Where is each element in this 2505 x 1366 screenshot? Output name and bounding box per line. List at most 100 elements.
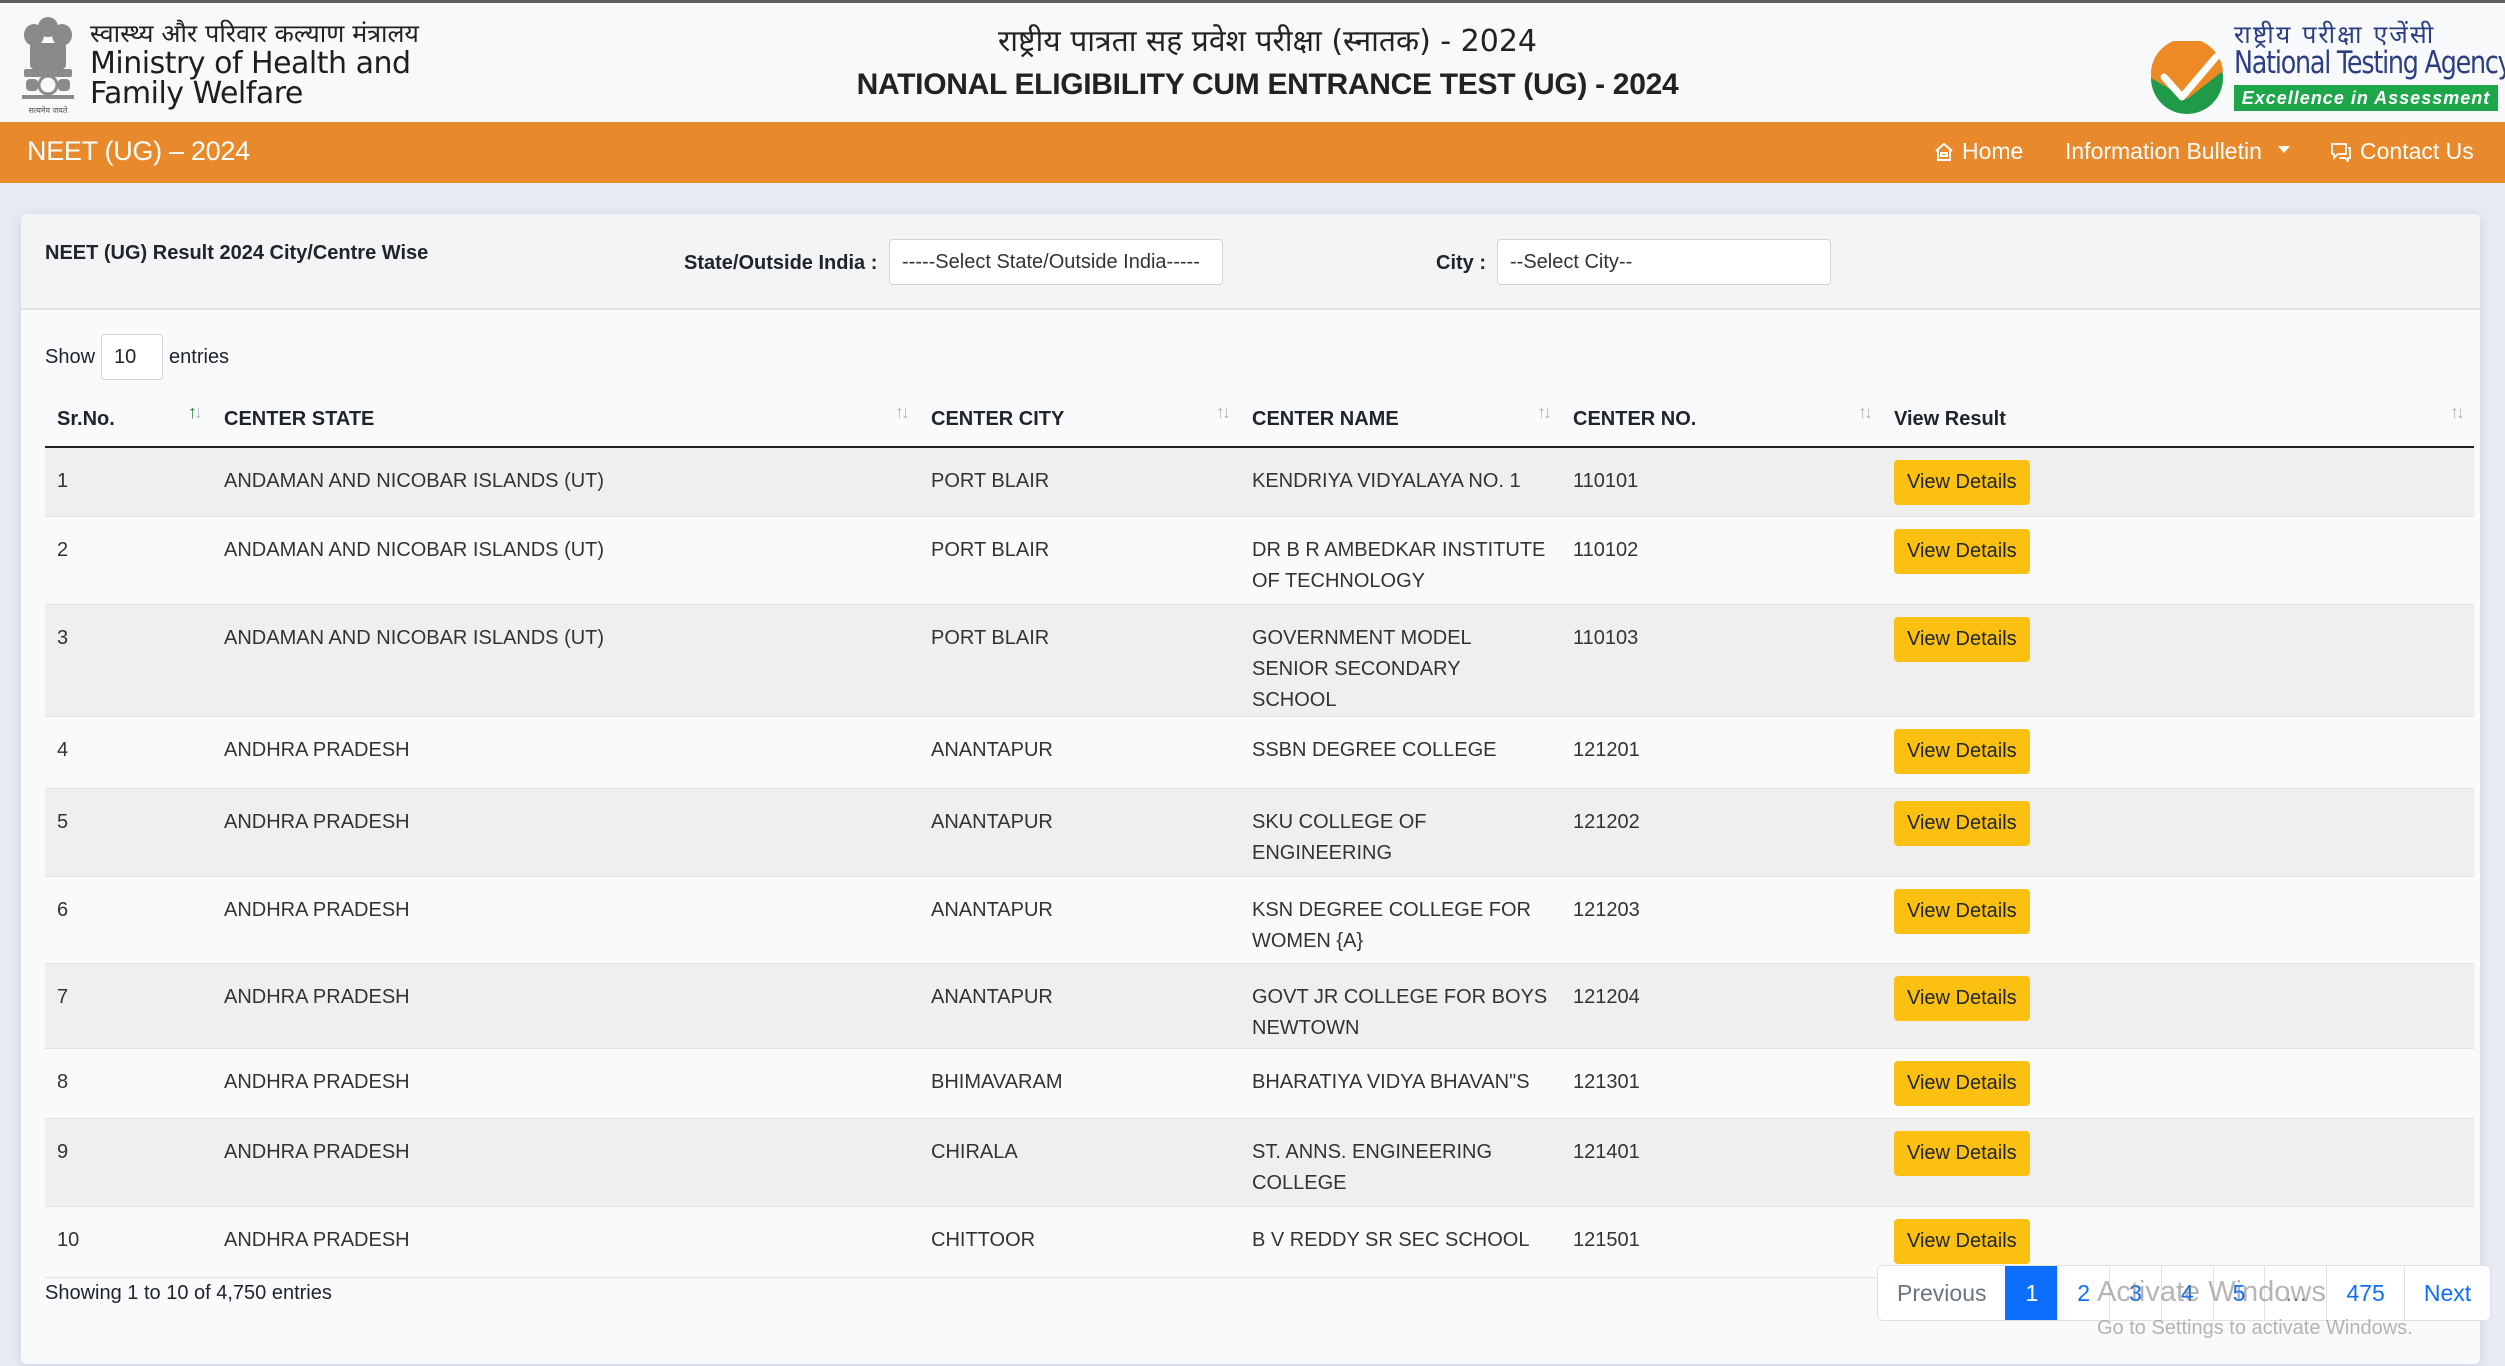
sr-no-cell: 5 [45, 788, 212, 877]
pagination: Previous 1 2 3 4 5… 475 Next [1877, 1265, 2492, 1321]
navbar-brand[interactable]: NEET (UG) – 2024 [27, 136, 250, 167]
center-city-cell: PORT BLAIR [919, 447, 1240, 517]
view-result-cell: View Details [1882, 788, 2474, 877]
center-state-cell: ANDAMAN AND NICOBAR ISLANDS (UT) [212, 447, 919, 517]
filter-bar: NEET (UG) Result 2024 City/Centre Wise S… [21, 214, 2480, 310]
table-info: Showing 1 to 10 of 4,750 entries [45, 1282, 332, 1304]
view-details-button[interactable]: View Details [1894, 528, 2030, 574]
center-no-cell: 110102 [1561, 516, 1882, 605]
center-no-cell: 121401 [1561, 1118, 1882, 1207]
sr-no-cell: 2 [45, 516, 212, 605]
sr-no-cell: 4 [45, 716, 212, 789]
sort-icon[interactable]: ↑↓ [1858, 402, 1873, 423]
page-1-button[interactable]: 1 [2005, 1266, 2058, 1320]
next-page-button[interactable]: Next [2403, 1266, 2490, 1320]
view-result-cell: View Details [1882, 604, 2474, 717]
view-result-cell: View Details [1882, 447, 2474, 517]
center-no-cell: 121501 [1561, 1206, 1882, 1278]
table-row: 8 ANDHRA PRADESH BHIMAVARAM BHARATIYA VIDYA… [45, 1048, 2474, 1119]
center-name-cell: GOVT JR COLLEGE FOR BOYS NEWTOWN [1240, 963, 1561, 1049]
centers-table: Sr.No. ↑↓ CENTER STATE ↑↓ CENTER CITY ↑↓ CE… [45, 392, 2474, 1278]
nta-tagline: Excellence in Assessment [2234, 85, 2498, 111]
table-header-row: Sr.No. ↑↓ CENTER STATE ↑↓ CENTER CITY ↑↓ CE… [45, 392, 2474, 448]
view-details-button[interactable]: View Details [1894, 1218, 2030, 1264]
center-name-cell: BHARATIYA VIDYA BHAVAN"S [1240, 1048, 1561, 1119]
view-details-button[interactable]: View Details [1894, 460, 2030, 505]
city-label: City : [1436, 252, 1486, 274]
center-city-cell: ANANTAPUR [919, 788, 1240, 877]
center-city-cell: PORT BLAIR [919, 604, 1240, 717]
center-no-cell: 110103 [1561, 604, 1882, 717]
sort-icon[interactable]: ↑↓ [1537, 402, 1552, 423]
site-header: सत्यमेव जयते स्वास्थ्य और परिवार कल्याण … [0, 3, 2505, 122]
sr-no-cell: 1 [45, 447, 212, 517]
col-header-view-result[interactable]: View Result ↑↓ [1882, 392, 2474, 448]
view-details-button[interactable]: View Details [1894, 800, 2030, 846]
page-4-button[interactable]: 4 [2160, 1266, 2213, 1320]
home-icon [1935, 142, 1953, 161]
view-result-cell: View Details [1882, 876, 2474, 964]
sr-no-cell: 9 [45, 1118, 212, 1207]
table-row: 2 ANDAMAN AND NICOBAR ISLANDS (UT) PORT BL… [45, 516, 2474, 605]
center-no-cell: 121201 [1561, 716, 1882, 789]
page-2-button[interactable]: 2 [2057, 1266, 2109, 1320]
entries-per-page-select[interactable]: 10 [101, 334, 164, 380]
center-state-cell: ANDHRA PRADESH [212, 716, 919, 789]
sort-icon[interactable]: ↑↓ [2450, 402, 2465, 423]
center-city-cell: CHITTOOR [919, 1206, 1240, 1278]
col-header-center-state[interactable]: CENTER STATE ↑↓ [212, 392, 919, 448]
view-result-cell: View Details [1882, 516, 2474, 605]
state-label: State/Outside India : [684, 252, 878, 274]
center-state-cell: ANDHRA PRADESH [212, 788, 919, 877]
center-no-cell: 121204 [1561, 963, 1882, 1049]
city-select[interactable]: --Select City-- [1497, 239, 1831, 285]
center-no-cell: 121202 [1561, 788, 1882, 877]
entries-label: entries [169, 345, 230, 368]
view-details-button[interactable]: View Details [1894, 1130, 2030, 1176]
view-details-button[interactable]: View Details [1894, 616, 2030, 662]
sr-no-cell: 3 [45, 604, 212, 717]
view-details-button[interactable]: View Details [1894, 975, 2030, 1021]
center-no-cell: 121301 [1561, 1048, 1882, 1119]
center-no-cell: 110101 [1561, 447, 1882, 517]
nav-information-bulletin[interactable]: Information Bulletin [2065, 138, 2290, 165]
center-name-cell: KENDRIYA VIDYALAYA NO. 1 [1240, 447, 1561, 517]
col-header-center-city[interactable]: CENTER CITY ↑↓ [919, 392, 1240, 448]
center-name-cell: ST. ANNS. ENGINEERING COLLEGE [1240, 1118, 1561, 1207]
page-3-button[interactable]: 3 [2109, 1266, 2161, 1320]
sort-icon[interactable]: ↑↓ [188, 402, 203, 423]
table-row: 1 ANDAMAN AND NICOBAR ISLANDS (UT) PORT BL… [45, 447, 2474, 517]
sr-no-cell: 7 [45, 963, 212, 1049]
nav-contact-us[interactable]: Contact Us [2330, 138, 2474, 165]
nta-name-english: National Testing Agency [2234, 45, 2505, 81]
col-header-sr-no[interactable]: Sr.No. ↑↓ [45, 392, 212, 448]
nav-home[interactable]: Home [1934, 138, 2023, 165]
sort-icon[interactable]: ↑↓ [895, 402, 910, 423]
center-city-cell: CHIRALA [919, 1118, 1240, 1207]
page-475-button[interactable]: 475 [2326, 1266, 2403, 1320]
center-state-cell: ANDAMAN AND NICOBAR ISLANDS (UT) [212, 604, 919, 717]
state-select[interactable]: -----Select State/Outside India----- [889, 239, 1223, 285]
center-city-cell: PORT BLAIR [919, 516, 1240, 605]
nta-check-icon [2150, 41, 2223, 114]
sr-no-cell: 10 [45, 1206, 212, 1278]
view-details-button[interactable]: View Details [1894, 888, 2030, 934]
sr-no-cell: 6 [45, 876, 212, 964]
main-navbar: NEET (UG) – 2024 Home Information Bullet… [0, 122, 2505, 183]
view-details-button[interactable]: View Details [1894, 1060, 2030, 1106]
center-state-cell: ANDHRA PRADESH [212, 1048, 919, 1119]
col-header-center-name[interactable]: CENTER NAME ↑↓ [1240, 392, 1561, 448]
center-city-cell: ANANTAPUR [919, 716, 1240, 789]
entries-length-control: Show 10 entries [45, 334, 229, 380]
results-card: NEET (UG) Result 2024 City/Centre Wise S… [21, 214, 2492, 1364]
card-title: NEET (UG) Result 2024 City/Centre Wise [45, 242, 429, 264]
page-ellipsis: … [2264, 1266, 2326, 1320]
center-city-cell: BHIMAVARAM [919, 1048, 1240, 1119]
center-name-cell: SSBN DEGREE COLLEGE [1240, 716, 1561, 789]
view-details-button[interactable]: View Details [1894, 728, 2030, 774]
sort-icon[interactable]: ↑↓ [1216, 402, 1231, 423]
page-5-button[interactable]: 5 [2212, 1266, 2265, 1320]
col-header-center-no[interactable]: CENTER NO. ↑↓ [1561, 392, 1882, 448]
previous-page-button[interactable]: Previous [1878, 1266, 2005, 1320]
center-city-cell: ANANTAPUR [919, 963, 1240, 1049]
